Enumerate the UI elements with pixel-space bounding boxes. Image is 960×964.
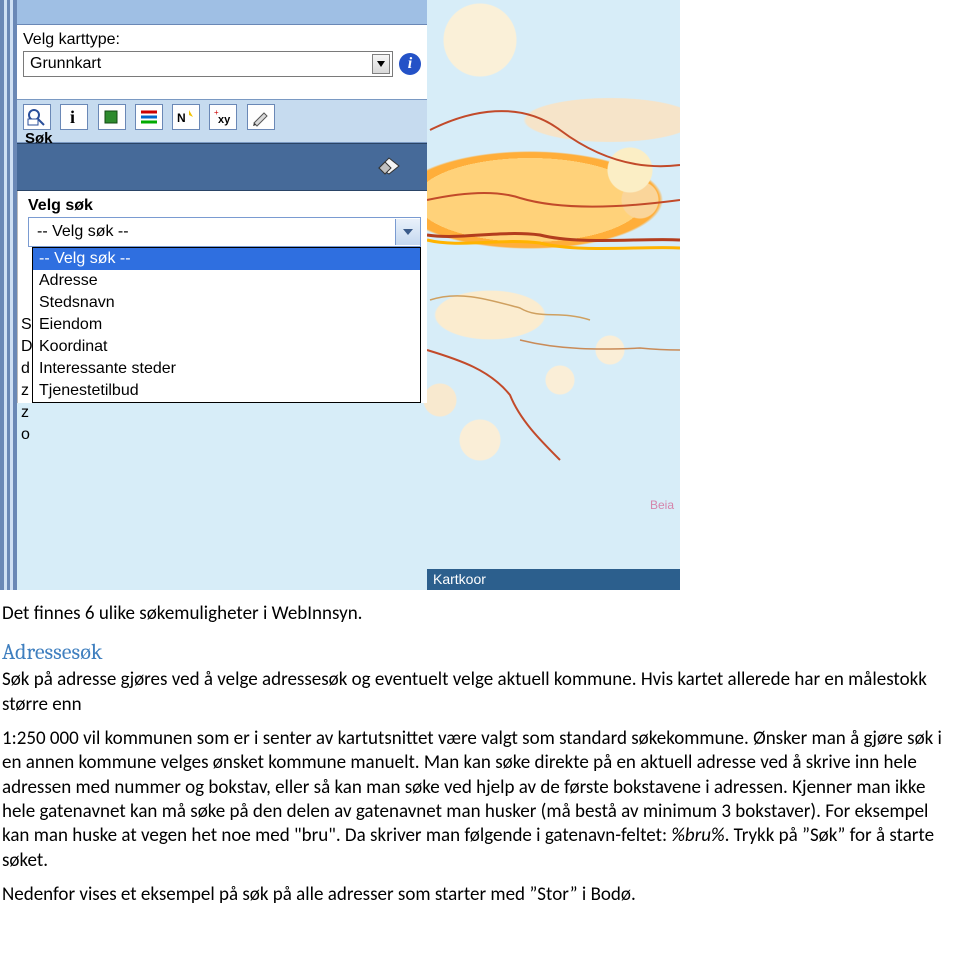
dropdown-option[interactable]: Adresse [33,270,420,292]
toolbar: i N +xy Søk [17,99,427,143]
search-type-select[interactable]: -- Velg søk -- [28,217,421,247]
info-icon[interactable] [399,53,421,75]
chevron-down-icon [372,54,390,74]
paragraph: Det finnes 6 ulike søkemuligheter i WebI… [2,602,950,626]
svg-text:xy: xy [218,114,231,126]
dropdown-option[interactable]: Stedsnavn [33,292,420,314]
clipped-text-column: S D d z z o [21,314,33,446]
search-type-select-value: -- Velg søk -- [37,223,129,241]
clipped-char: D [21,336,33,358]
dropdown-option[interactable]: Eiendom [33,314,420,336]
dropdown-option[interactable]: Tjenestetilbud [33,380,420,402]
maptype-section: Velg karttype: Grunnkart [17,25,427,99]
north-icon[interactable]: N [172,104,200,130]
pencil-icon[interactable] [247,104,275,130]
clipped-char: z [21,402,33,424]
search-section: Velg søk -- Velg søk -- -- Velg søk -- A… [17,191,427,403]
legend-square-icon[interactable] [98,104,126,130]
map-label: Beia [650,498,674,512]
info-icon[interactable]: i [60,104,88,130]
panel-header-strip [17,0,427,25]
toolbar-dark-strip [17,143,427,191]
clipped-char: z [21,380,33,402]
search-type-dropdown: -- Velg søk -- Adresse Stedsnavn Eiendom… [32,247,421,403]
maptype-select[interactable]: Grunnkart [23,51,393,77]
map-bottom-bar: Kartkoor [427,569,680,590]
heading-adressesok: Adressesøk [2,638,950,666]
clipped-char: S [21,314,33,336]
chevron-down-icon [395,219,420,245]
webinnsyn-screenshot: Beia Kartkoor Velg karttype: Grunnkart [0,0,680,590]
paragraph: Nedenfor vises et eksempel på søk på all… [2,883,950,907]
clipped-char: o [21,424,33,446]
clipped-char: d [21,358,33,380]
left-panel: Velg karttype: Grunnkart i [17,0,427,403]
maptype-select-value: Grunnkart [30,55,101,73]
dropdown-option[interactable]: -- Velg søk -- [33,248,420,270]
dropdown-option[interactable]: Koordinat [33,336,420,358]
document-body: Det finnes 6 ulike søkemuligheter i WebI… [0,602,960,937]
xy-icon[interactable]: +xy [209,104,237,130]
dropdown-option[interactable]: Interessante steder [33,358,420,380]
maptype-label: Velg karttype: [23,31,421,49]
paragraph: Søk på adresse gjøres ved å velge adress… [2,668,950,717]
eraser-icon[interactable] [375,156,401,176]
text-italic: %bru% [671,824,724,847]
svg-text:i: i [70,107,75,127]
svg-text:N: N [177,111,186,125]
paragraph: 1:250 000 vil kommunen som er i senter a… [2,727,950,873]
velg-sok-label: Velg søk [22,195,427,217]
legend-lines-icon[interactable] [135,104,163,130]
search-zoom-icon[interactable] [23,104,51,130]
